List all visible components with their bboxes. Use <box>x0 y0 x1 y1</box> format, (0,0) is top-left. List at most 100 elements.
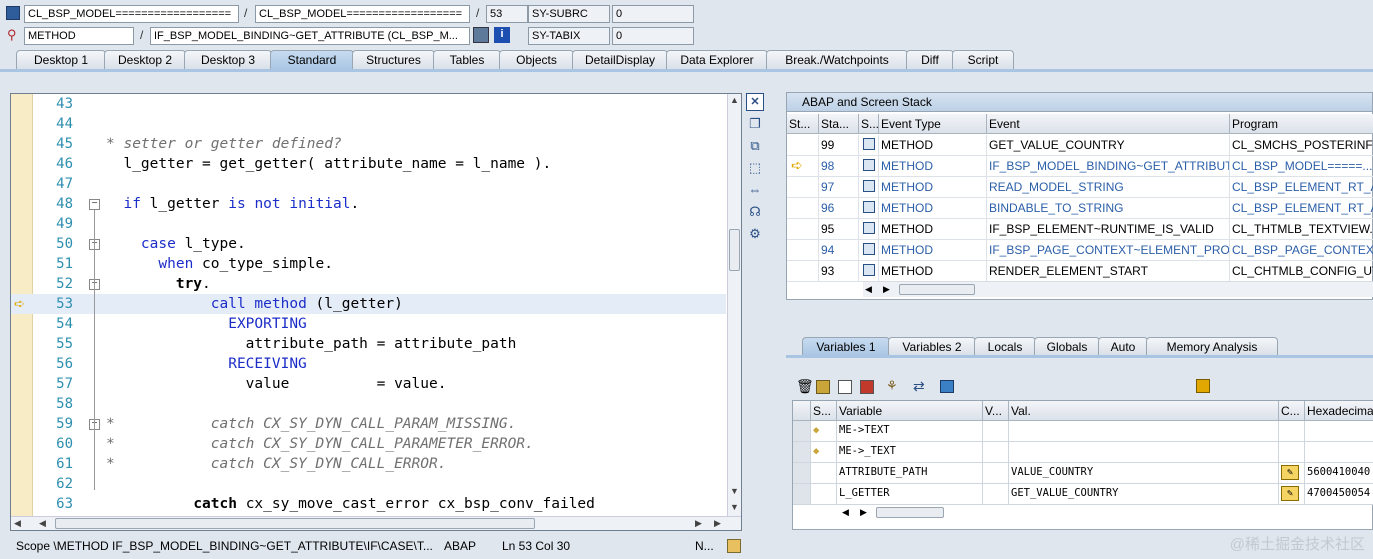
table-icon[interactable] <box>816 380 830 394</box>
code-line[interactable]: 55 attribute_path = attribute_path <box>11 334 726 354</box>
event-name[interactable]: READ_MODEL_STRING <box>987 177 1230 198</box>
info-icon[interactable]: i <box>494 27 510 43</box>
new-window-icon[interactable]: ❐ <box>746 115 764 133</box>
stack-hscroll[interactable]: ◀ ▶ <box>863 281 1373 297</box>
tab-objects[interactable]: Objects <box>499 50 574 70</box>
scroll-up-icon[interactable]: ▲ <box>730 95 739 105</box>
stack-level[interactable]: 94 <box>819 240 859 261</box>
vertical-scroll-thumb[interactable] <box>729 229 740 271</box>
scroll-left-icon[interactable]: ◀ <box>14 518 21 529</box>
code-line[interactable]: 47 <box>11 174 726 194</box>
stack-column-header[interactable]: S... <box>859 114 879 134</box>
event-type[interactable]: METHOD <box>879 156 987 177</box>
stack-icon[interactable] <box>859 219 879 240</box>
event-name[interactable]: IF_BSP_MODEL_BINDING~GET_ATTRIBUTE <box>987 156 1230 177</box>
display-source-icon[interactable] <box>473 27 489 43</box>
code-line[interactable]: 51 when co_type_simple. <box>11 254 726 274</box>
variable-column-header[interactable]: V... <box>983 401 1009 421</box>
code-line[interactable]: 56 RECEIVING <box>11 354 726 374</box>
stack-level[interactable]: 95 <box>819 219 859 240</box>
variable-column-header[interactable]: C... <box>1279 401 1305 421</box>
tab-breakpoints[interactable]: Break./Watchpoints <box>766 50 908 70</box>
code-line[interactable]: 43 <box>11 94 726 114</box>
swap-icon[interactable]: ⇔ <box>746 181 764 199</box>
code-line[interactable]: 44 <box>11 114 726 134</box>
change-cell[interactable]: ✎ <box>1279 463 1305 484</box>
change-cell[interactable]: ✎ <box>1279 484 1305 505</box>
tab-data-explorer[interactable]: Data Explorer <box>666 50 768 70</box>
scroll-left-icon[interactable]: ◀ <box>842 507 849 518</box>
program-name[interactable]: CL_THTMLB_TEXTVIEW... <box>1230 219 1373 240</box>
variable-value[interactable] <box>1009 442 1279 463</box>
program-name[interactable]: CL_CHTMLB_CONFIG_UT... <box>1230 261 1373 282</box>
code-line[interactable]: 61 * catch CX_SY_DYN_CALL_ERROR. <box>11 454 726 474</box>
main-program-field[interactable]: CL_BSP_MODEL================== <box>24 5 239 23</box>
folder-icon[interactable] <box>940 380 954 393</box>
program-name[interactable]: CL_BSP_PAGE_CONTEX... <box>1230 240 1373 261</box>
stack-column-header[interactable]: Event Type <box>879 114 987 134</box>
tab-script[interactable]: Script <box>952 50 1014 70</box>
copy-icon[interactable]: ⧉ <box>746 137 764 155</box>
stack-column-header[interactable]: St... <box>787 114 819 134</box>
event-name[interactable]: IF_BSP_PAGE_CONTEXT~ELEMENT_PROC... <box>987 240 1230 261</box>
row-marker[interactable] <box>787 219 819 240</box>
save-icon[interactable] <box>1196 379 1210 393</box>
line-number-field[interactable]: 53 <box>486 5 528 23</box>
code-line[interactable]: 63 catch cx_sy_move_cast_error cx_bsp_co… <box>11 494 726 514</box>
event-type[interactable]: METHOD <box>879 240 987 261</box>
scroll-right-icon[interactable]: ▶ <box>883 284 890 295</box>
row-selector[interactable] <box>793 463 811 484</box>
vars-scroll-thumb[interactable] <box>876 507 944 518</box>
list-icon[interactable] <box>838 380 852 394</box>
event-type[interactable]: METHOD <box>879 261 987 282</box>
tab-detaildisplay[interactable]: DetailDisplay <box>572 50 668 70</box>
variable-value[interactable] <box>1009 421 1279 442</box>
program-name[interactable]: CL_BSP_MODEL=====... <box>1230 156 1373 177</box>
tab-standard[interactable]: Standard <box>270 50 354 70</box>
code-line[interactable]: 59* catch CX_SY_DYN_CALL_PARAM_MISSING.− <box>11 414 726 434</box>
tab-desktop-2[interactable]: Desktop 2 <box>104 50 186 70</box>
scroll-right-icon[interactable]: ▶ <box>695 518 702 529</box>
variable-column-header[interactable]: Val. <box>1009 401 1279 421</box>
change-cell[interactable] <box>1279 442 1305 463</box>
tab-locals[interactable]: Locals <box>974 337 1036 356</box>
stack-level[interactable]: 99 <box>819 135 859 156</box>
stack-level[interactable]: 93 <box>819 261 859 282</box>
code-line[interactable]: 50 case l_type.− <box>11 234 726 254</box>
stack-column-header[interactable]: Event <box>987 114 1230 134</box>
close-icon[interactable]: ✕ <box>746 93 764 111</box>
row-marker[interactable] <box>787 261 819 282</box>
event-field[interactable]: IF_BSP_MODEL_BINDING~GET_ATTRIBUTE (CL_B… <box>150 27 470 45</box>
program-name[interactable]: CL_BSP_ELEMENT_RT_A... <box>1230 198 1373 219</box>
tab-tables[interactable]: Tables <box>433 50 501 70</box>
stack-level[interactable]: 96 <box>819 198 859 219</box>
tab-variables-2[interactable]: Variables 2 <box>888 337 976 356</box>
scroll-left-icon[interactable]: ◀ <box>39 518 46 529</box>
vars-hscroll[interactable]: ◀ ▶ <box>836 505 1136 521</box>
event-type[interactable]: METHOD <box>879 135 987 156</box>
stack-column-header[interactable]: Program <box>1230 114 1373 134</box>
variable-column-header[interactable]: S... <box>811 401 837 421</box>
row-selector[interactable] <box>793 484 811 505</box>
code-line[interactable]: 53 call method (l_getter) ➪ <box>11 294 726 314</box>
watchpoint-icon[interactable]: ☊ <box>746 203 764 221</box>
stack-column-header[interactable]: Sta... <box>819 114 859 134</box>
scroll-down-icon[interactable]: ▼ <box>730 502 739 512</box>
stack-icon[interactable] <box>859 261 879 282</box>
row-marker[interactable]: ➪ <box>787 156 819 177</box>
code-line[interactable]: 48 if l_getter is not initial. − <box>11 194 726 214</box>
tab-globals[interactable]: Globals <box>1034 337 1100 356</box>
row-marker[interactable] <box>787 240 819 261</box>
horizontal-scroll-thumb[interactable] <box>55 518 535 529</box>
stack-icon[interactable] <box>859 240 879 261</box>
variable-value[interactable]: VALUE_COUNTRY <box>1009 463 1279 484</box>
change-cell[interactable] <box>1279 421 1305 442</box>
maximize-icon[interactable]: ⬚ <box>746 159 764 177</box>
tab-variables-1[interactable]: Variables 1 <box>802 337 890 356</box>
event-name[interactable]: RENDER_ELEMENT_START <box>987 261 1230 282</box>
variable-column-header[interactable] <box>793 401 811 421</box>
event-name[interactable]: BINDABLE_TO_STRING <box>987 198 1230 219</box>
settings-icon[interactable]: ⚙ <box>746 225 764 243</box>
status-settings-icon[interactable] <box>727 539 741 553</box>
variable-value[interactable]: GET_VALUE_COUNTRY <box>1009 484 1279 505</box>
